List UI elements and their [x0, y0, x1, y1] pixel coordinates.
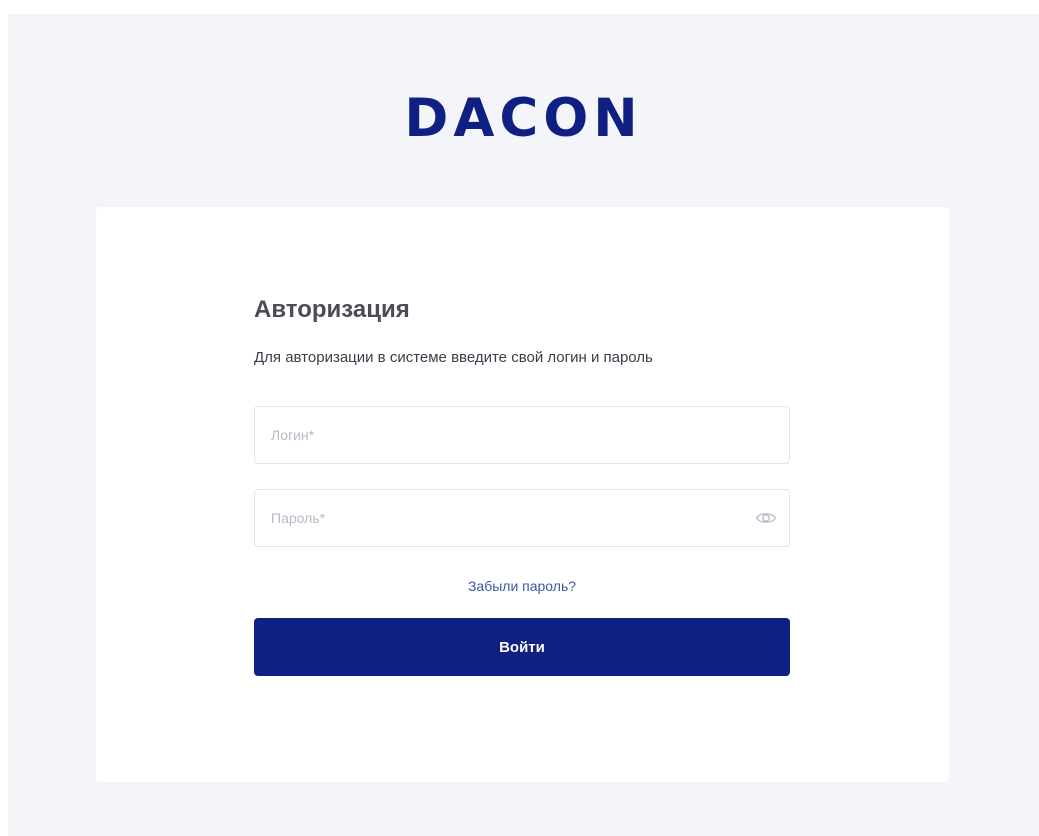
login-card: Авторизация Для авторизации в системе вв… — [96, 207, 949, 782]
eye-icon[interactable] — [755, 509, 777, 527]
page-title: Авторизация — [254, 296, 410, 323]
login-instructions: Для авторизации в системе введите свой л… — [254, 349, 653, 366]
login-input[interactable] — [255, 407, 789, 463]
password-input[interactable] — [255, 490, 789, 546]
dacon-logo: DACON — [404, 88, 643, 149]
login-form: Авторизация Для авторизации в системе вв… — [254, 295, 790, 676]
login-page: DACON Авторизация Для авторизации в сист… — [8, 14, 1039, 836]
login-button[interactable]: Войти — [254, 618, 790, 676]
password-field-wrapper — [254, 489, 790, 547]
login-field-wrapper — [254, 406, 790, 464]
forgot-password-link[interactable]: Забыли пароль? — [254, 577, 790, 595]
